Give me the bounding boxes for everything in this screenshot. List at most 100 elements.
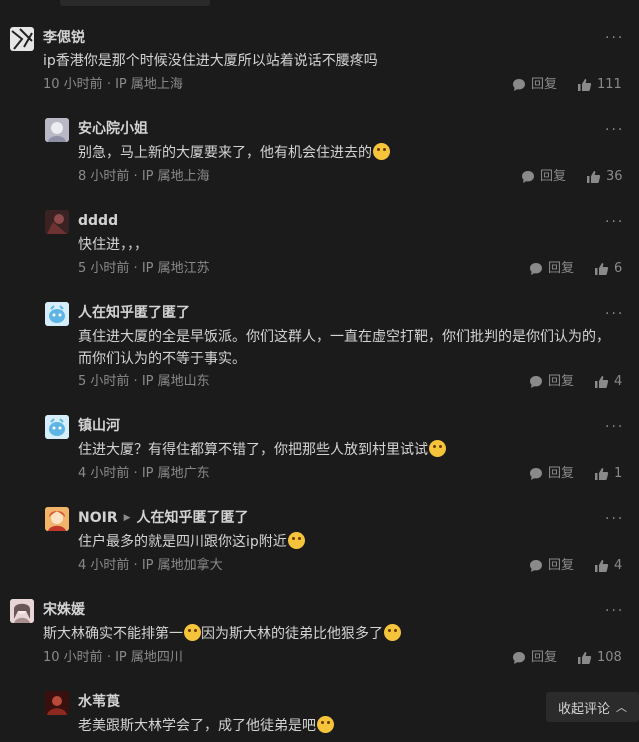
comment-meta: 4 小时前 · IP 属地广东 bbox=[78, 465, 210, 483]
comment-text: 斯大林确实不能排第一 因为斯大林的徒弟比他狠多了 bbox=[43, 623, 588, 645]
reply-icon bbox=[522, 171, 534, 183]
comment-time: 10 小时前 bbox=[43, 77, 103, 92]
more-options-icon[interactable]: ··· bbox=[605, 123, 624, 137]
comment-time: 5 小时前 bbox=[78, 261, 130, 276]
comment-author[interactable]: 水苇莨 bbox=[78, 693, 120, 711]
comment-text-content: 别急，马上新的大厦要来了，他有机会住进去的 bbox=[78, 145, 372, 161]
thumbs-up-icon bbox=[578, 652, 592, 664]
comment-text: 快住进，，， bbox=[78, 237, 148, 253]
avatar[interactable] bbox=[45, 691, 69, 715]
like-button[interactable]: 111 bbox=[577, 76, 622, 94]
comment-time: 10 小时前 bbox=[43, 650, 103, 665]
like-button[interactable]: 6 bbox=[594, 260, 622, 278]
comment-time: 5 小时前 bbox=[78, 374, 130, 389]
chevron-up-icon: ︿ bbox=[616, 701, 627, 714]
collapse-comments-button[interactable]: 收起评论 ︿ bbox=[546, 692, 639, 722]
more-options-icon[interactable]: ··· bbox=[605, 31, 624, 45]
meta-separator: · bbox=[133, 261, 142, 276]
comment-author[interactable]: 安心院小姐 bbox=[78, 120, 148, 138]
like-count: 36 bbox=[606, 169, 623, 184]
reply-label: 回复 bbox=[531, 650, 558, 665]
meta-separator: · bbox=[133, 466, 142, 481]
more-options-icon[interactable]: ··· bbox=[605, 420, 624, 434]
comment-author[interactable]: 镇山河 bbox=[78, 417, 120, 435]
rofl-emoji-icon bbox=[317, 716, 334, 733]
meta-separator: · bbox=[106, 650, 116, 665]
reply-icon bbox=[530, 263, 542, 275]
comment-meta: 10 小时前 · IP 属地上海 bbox=[43, 76, 183, 94]
comment-text-content: 老美跟斯大林学会了，成了他徒弟是吧 bbox=[78, 718, 316, 734]
like-button[interactable]: 4 bbox=[594, 557, 622, 575]
like-count: 6 bbox=[614, 261, 623, 276]
avatar[interactable] bbox=[45, 415, 69, 439]
comment-author[interactable]: 李偲锐 bbox=[43, 29, 85, 47]
reply-button[interactable]: 回复 bbox=[529, 557, 574, 575]
avatar[interactable] bbox=[45, 302, 69, 326]
more-options-icon[interactable]: ··· bbox=[605, 512, 624, 526]
like-count: 4 bbox=[614, 558, 623, 573]
reply-button[interactable]: 回复 bbox=[512, 76, 557, 94]
comment-text-part: 因为斯大林的徒弟比他狠多了 bbox=[201, 626, 383, 642]
rofl-emoji-icon bbox=[384, 624, 401, 641]
comment-text: 真住进大厦的全是早饭派。你们这群人，一直在虚空打靶，你们批判的是你们认为的，而你… bbox=[78, 329, 610, 367]
avatar[interactable] bbox=[45, 118, 69, 142]
meta-separator: · bbox=[133, 374, 142, 389]
avatar[interactable] bbox=[45, 507, 69, 531]
avatar[interactable] bbox=[10, 599, 34, 623]
reply-label: 回复 bbox=[531, 77, 558, 92]
thumbs-up-icon bbox=[578, 79, 592, 91]
reply-button[interactable]: 回复 bbox=[529, 373, 574, 391]
like-count: 1 bbox=[614, 466, 623, 481]
comment-text: 住进大厦？有得住都算不错了，你把那些人放到村里试试 bbox=[78, 439, 623, 461]
comment-author-line: NOIR ▶ 人在知乎匿了匿了 bbox=[78, 509, 249, 529]
comment-meta: 10 小时前 · IP 属地四川 bbox=[43, 649, 183, 667]
comment-text: 住户最多的就是四川跟你这ip附近 bbox=[78, 531, 623, 553]
reply-button[interactable]: 回复 bbox=[529, 260, 574, 278]
comment-author[interactable]: NOIR bbox=[78, 510, 118, 526]
thumbs-up-icon bbox=[595, 560, 609, 572]
comment-author[interactable]: 人在知乎匿了匿了 bbox=[78, 304, 190, 322]
comment-author[interactable]: dddd bbox=[78, 212, 118, 230]
top-divider-bar bbox=[60, 0, 210, 6]
reply-button[interactable]: 回复 bbox=[529, 465, 574, 483]
more-options-icon[interactable]: ··· bbox=[605, 604, 624, 618]
like-count: 111 bbox=[597, 77, 622, 92]
like-button[interactable]: 4 bbox=[594, 373, 622, 391]
reply-button[interactable]: 回复 bbox=[512, 649, 557, 667]
more-options-icon[interactable]: ··· bbox=[605, 215, 624, 229]
reply-label: 回复 bbox=[548, 261, 575, 276]
reply-button[interactable]: 回复 bbox=[521, 168, 566, 186]
reply-icon bbox=[530, 560, 542, 572]
comment-meta: 5 小时前 · IP 属地山东 bbox=[78, 373, 210, 391]
reply-icon bbox=[530, 468, 542, 480]
avatar[interactable] bbox=[10, 27, 34, 51]
rofl-emoji-icon bbox=[184, 624, 201, 641]
like-button[interactable]: 108 bbox=[577, 649, 622, 667]
comment-time: 4 小时前 bbox=[78, 558, 130, 573]
comment-location: IP 属地四川 bbox=[115, 650, 183, 665]
meta-separator: · bbox=[133, 169, 142, 184]
reply-icon bbox=[513, 79, 525, 91]
meta-separator: · bbox=[133, 558, 142, 573]
avatar[interactable] bbox=[45, 210, 69, 234]
reply-label: 回复 bbox=[548, 558, 575, 573]
like-button[interactable]: 36 bbox=[586, 168, 623, 186]
comment-author[interactable]: 宋姝媛 bbox=[43, 601, 85, 619]
comment-location: IP 属地广东 bbox=[141, 466, 210, 481]
comment-meta: 5 小时前 · IP 属地江苏 bbox=[78, 260, 210, 278]
meta-separator: · bbox=[106, 77, 116, 92]
comment-text-content: 住进大厦？有得住都算不错了，你把那些人放到村里试试 bbox=[78, 442, 428, 458]
comment-meta: 8 小时前 · IP 属地上海 bbox=[78, 168, 210, 186]
comment-text-part: 斯大林确实不能排第一 bbox=[43, 626, 183, 642]
reply-to-author[interactable]: 人在知乎匿了匿了 bbox=[137, 510, 249, 526]
more-options-icon[interactable]: ··· bbox=[605, 307, 624, 321]
comment-location: IP 属地上海 bbox=[141, 169, 210, 184]
reply-arrow-icon: ▶ bbox=[123, 513, 131, 523]
comment-meta: 4 小时前 · IP 属地加拿大 bbox=[78, 557, 223, 575]
comment-location: IP 属地江苏 bbox=[141, 261, 210, 276]
comment-location: IP 属地加拿大 bbox=[141, 558, 223, 573]
comment-time: 4 小时前 bbox=[78, 466, 130, 481]
comment-time: 8 小时前 bbox=[78, 169, 130, 184]
thumbs-up-icon bbox=[595, 263, 609, 275]
like-button[interactable]: 1 bbox=[594, 465, 622, 483]
